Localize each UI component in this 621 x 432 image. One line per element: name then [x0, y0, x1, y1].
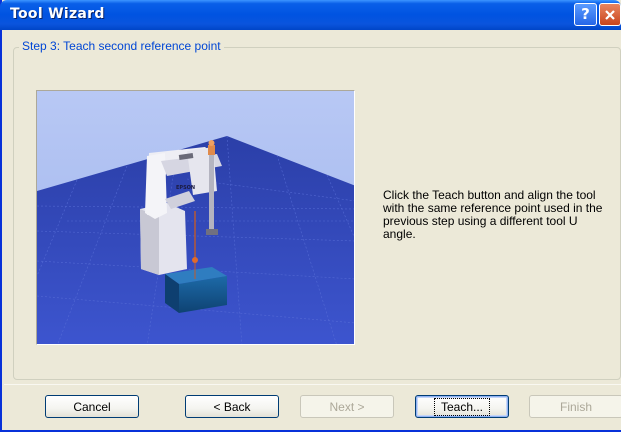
finish-button[interactable]: Finish [529, 395, 621, 418]
next-label: Next > [329, 399, 365, 414]
robot-3d-viewport: EPSON [36, 90, 355, 345]
finish-label: Finish [559, 399, 592, 414]
title-bar[interactable]: Tool Wizard ? [0, 0, 621, 30]
robot-scene: EPSON [37, 91, 354, 344]
help-icon: ? [581, 5, 590, 23]
step-title: Step 3: Teach second reference point [19, 39, 224, 53]
teach-label: Teach... [433, 397, 491, 416]
close-button[interactable] [599, 3, 621, 26]
next-button[interactable]: Next > [300, 395, 394, 418]
teach-button[interactable]: Teach... [415, 395, 509, 418]
cancel-button[interactable]: Cancel [45, 395, 139, 418]
tool-wizard-window: Tool Wizard ? Step 3: Teach second refer… [0, 0, 621, 432]
robot-logo: EPSON [176, 185, 195, 191]
window-title: Tool Wizard [10, 6, 105, 22]
back-button[interactable]: < Back [185, 395, 279, 418]
back-label: < Back [213, 399, 251, 414]
cancel-label: Cancel [73, 399, 111, 414]
instruction-text: Click the Teach button and align the too… [383, 188, 603, 241]
button-bar-divider [4, 384, 621, 385]
workpiece-box [165, 267, 227, 313]
help-button[interactable]: ? [574, 3, 597, 26]
close-icon [605, 9, 615, 20]
